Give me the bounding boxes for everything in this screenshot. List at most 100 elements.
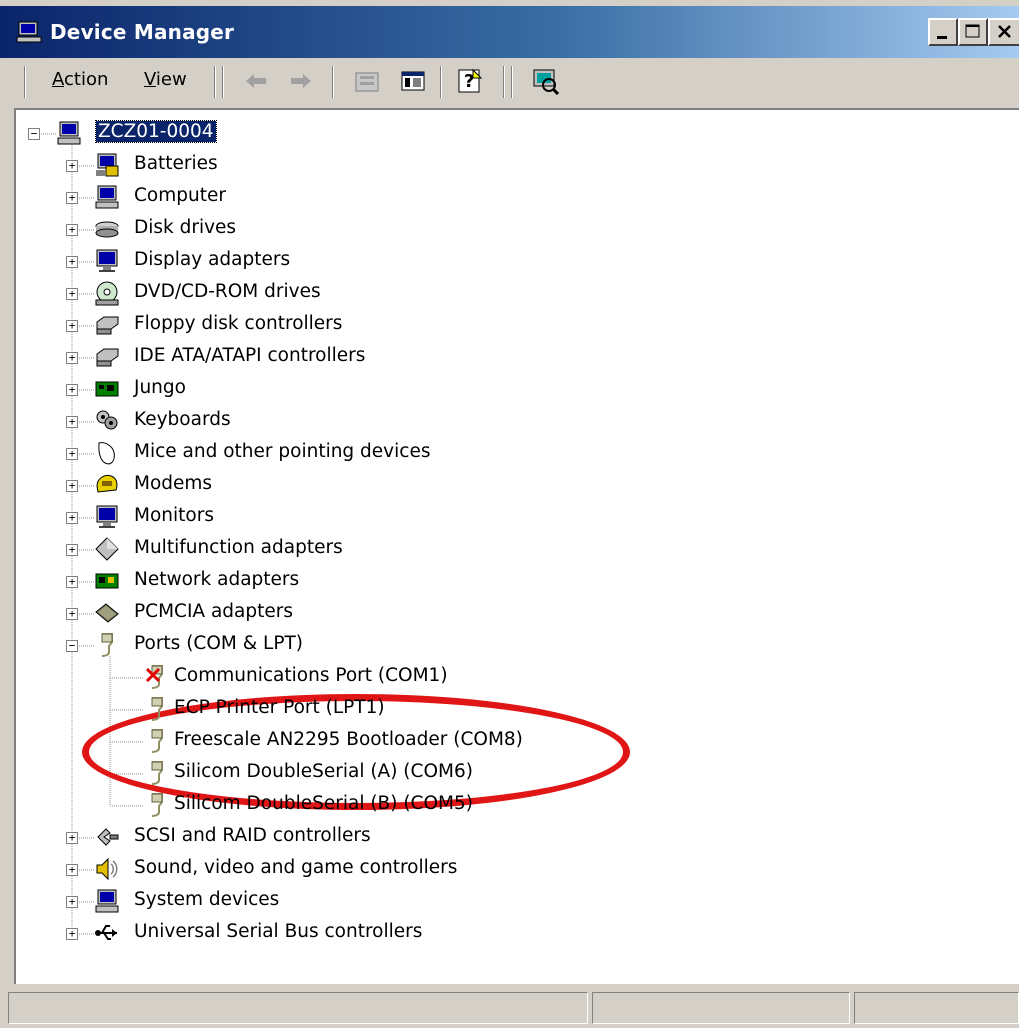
scsi-icon xyxy=(97,828,119,846)
expand-toggle[interactable]: + xyxy=(66,608,78,620)
collapse-toggle[interactable]: − xyxy=(66,640,78,652)
device-label: Communications Port (COM1) xyxy=(174,665,448,686)
circuit-board-icon xyxy=(95,381,119,397)
expand-toggle[interactable]: + xyxy=(66,256,78,268)
expand-toggle[interactable]: + xyxy=(66,384,78,396)
toolbar-separator xyxy=(503,66,505,98)
device-label: Silicom DoubleSerial (B) (COM5) xyxy=(174,793,473,814)
expand-toggle[interactable]: + xyxy=(66,928,78,940)
tree-category-scsi-and-raid-controllers[interactable]: + SCSI and RAID controllers xyxy=(16,822,996,852)
forward-arrow-icon[interactable] xyxy=(286,66,316,96)
expand-toggle[interactable]: + xyxy=(66,864,78,876)
expand-toggle[interactable]: + xyxy=(66,320,78,332)
category-label: PCMCIA adapters xyxy=(134,601,293,622)
close-icon xyxy=(997,25,1011,38)
show-hide-tree-icon[interactable] xyxy=(398,66,428,96)
expand-toggle[interactable]: + xyxy=(66,480,78,492)
expand-toggle[interactable]: + xyxy=(66,448,78,460)
expand-toggle[interactable]: + xyxy=(66,544,78,556)
pcmcia-icon xyxy=(95,603,119,623)
title-bar[interactable]: Device Manager xyxy=(0,6,1019,58)
maximize-icon xyxy=(965,24,980,38)
tree-category-monitors[interactable]: + Monitors xyxy=(16,502,996,532)
port-connector-icon xyxy=(151,793,163,817)
port-connector-icon xyxy=(151,761,163,785)
maximize-button[interactable] xyxy=(958,18,988,46)
status-bar xyxy=(0,988,1019,1028)
help-icon[interactable]: ? xyxy=(455,66,485,96)
toolbar-separator xyxy=(440,66,442,98)
cdrom-icon xyxy=(95,281,119,306)
tree-category-display-adapters[interactable]: + Display adapters xyxy=(16,246,996,276)
tree-category-modems[interactable]: + Modems xyxy=(16,470,996,500)
toolbar-separator xyxy=(222,66,224,98)
toolbar: Action View ? xyxy=(0,58,1019,104)
modem-icon xyxy=(96,475,118,493)
scan-hardware-icon[interactable] xyxy=(530,66,560,96)
tree-category-sound-video-and-game-controllers[interactable]: + Sound, video and game controllers xyxy=(16,854,996,884)
collapse-toggle[interactable]: − xyxy=(28,128,40,140)
tree-device-freescale-an2295-bootloader-com8[interactable]: Freescale AN2295 Bootloader (COM8) xyxy=(16,726,996,756)
tree-device-communications-port-com1[interactable]: Communications Port (COM1) xyxy=(16,662,996,692)
tree-category-network-adapters[interactable]: + Network adapters xyxy=(16,566,996,596)
tree-category-multifunction-adapters[interactable]: + Multifunction adapters xyxy=(16,534,996,564)
expand-toggle[interactable]: + xyxy=(66,512,78,524)
category-label: Batteries xyxy=(134,153,218,174)
tree-category-universal-serial-bus-controllers[interactable]: + Universal Serial Bus controllers xyxy=(16,918,996,948)
window-title: Device Manager xyxy=(50,20,235,44)
tree-root[interactable]: − ZCZ01-0004 xyxy=(16,118,996,148)
expand-toggle[interactable]: + xyxy=(66,288,78,300)
device-tree[interactable]: − ZCZ01-0004 + Batteries + Computer + Disk driv… xyxy=(14,108,1019,984)
tree-device-silicom-doubleserial-a-com6[interactable]: Silicom DoubleSerial (A) (COM6) xyxy=(16,758,996,788)
tree-category-keyboards[interactable]: + Keyboards xyxy=(16,406,996,436)
menu-view-mnemonic: V xyxy=(144,69,156,90)
network-card-icon xyxy=(95,573,119,589)
device-manager-window: Device Manager Action View ? − ZCZ01-000… xyxy=(0,0,1019,1028)
expand-toggle[interactable]: + xyxy=(66,416,78,428)
tree-device-ecp-printer-port-lpt1[interactable]: ECP Printer Port (LPT1) xyxy=(16,694,996,724)
expand-toggle[interactable]: + xyxy=(66,192,78,204)
minimize-button[interactable] xyxy=(928,18,958,46)
tree-category-jungo[interactable]: + Jungo xyxy=(16,374,996,404)
expand-toggle[interactable]: + xyxy=(66,576,78,588)
menu-action[interactable]: Action xyxy=(52,69,108,90)
category-label: SCSI and RAID controllers xyxy=(134,825,371,846)
monitor-icon xyxy=(96,505,118,528)
category-label: Computer xyxy=(134,185,226,206)
tree-category-dvd-cd-rom-drives[interactable]: + DVD/CD-ROM drives xyxy=(16,278,996,308)
tree-category-pcmcia-adapters[interactable]: + PCMCIA adapters xyxy=(16,598,996,628)
tree-category-batteries[interactable]: + Batteries xyxy=(16,150,996,180)
expand-toggle[interactable]: + xyxy=(66,896,78,908)
tree-category-disk-drives[interactable]: + Disk drives xyxy=(16,214,996,244)
category-label: DVD/CD-ROM drives xyxy=(134,281,321,302)
port-disabled-icon xyxy=(145,665,163,689)
tree-category-computer[interactable]: + Computer xyxy=(16,182,996,212)
device-label: ECP Printer Port (LPT1) xyxy=(174,697,385,718)
tree-category-system-devices[interactable]: + System devices xyxy=(16,886,996,916)
back-arrow-icon[interactable] xyxy=(241,66,271,96)
menu-view[interactable]: View xyxy=(144,69,187,90)
speaker-icon xyxy=(96,857,118,881)
category-label: Sound, video and game controllers xyxy=(134,857,458,878)
up-folder-icon[interactable] xyxy=(352,66,382,96)
expand-toggle[interactable]: + xyxy=(66,352,78,364)
disk-drive-icon xyxy=(95,221,119,238)
tree-category-ports-com-lpt[interactable]: − Ports (COM & LPT) xyxy=(16,630,996,660)
device-label: Freescale AN2295 Bootloader (COM8) xyxy=(174,729,523,750)
computer-icon xyxy=(95,889,119,913)
tree-device-silicom-doubleserial-b-com5[interactable]: Silicom DoubleSerial (B) (COM5) xyxy=(16,790,996,820)
tree-category-floppy-disk-controllers[interactable]: + Floppy disk controllers xyxy=(16,310,996,340)
close-button[interactable] xyxy=(988,18,1019,46)
tree-category-mice-and-other-pointing-devices[interactable]: + Mice and other pointing devices xyxy=(16,438,996,468)
tree-category-ide-ata-atapi-controllers[interactable]: + IDE ATA/ATAPI controllers xyxy=(16,342,996,372)
expand-toggle[interactable]: + xyxy=(66,224,78,236)
toolbar-separator xyxy=(332,66,334,98)
port-connector-icon xyxy=(101,633,113,657)
computer-icon xyxy=(95,185,119,209)
category-label: Jungo xyxy=(134,377,186,398)
category-label: Universal Serial Bus controllers xyxy=(134,921,423,942)
category-label: Monitors xyxy=(134,505,214,526)
controller-icon xyxy=(96,316,119,335)
expand-toggle[interactable]: + xyxy=(66,832,78,844)
expand-toggle[interactable]: + xyxy=(66,160,78,172)
